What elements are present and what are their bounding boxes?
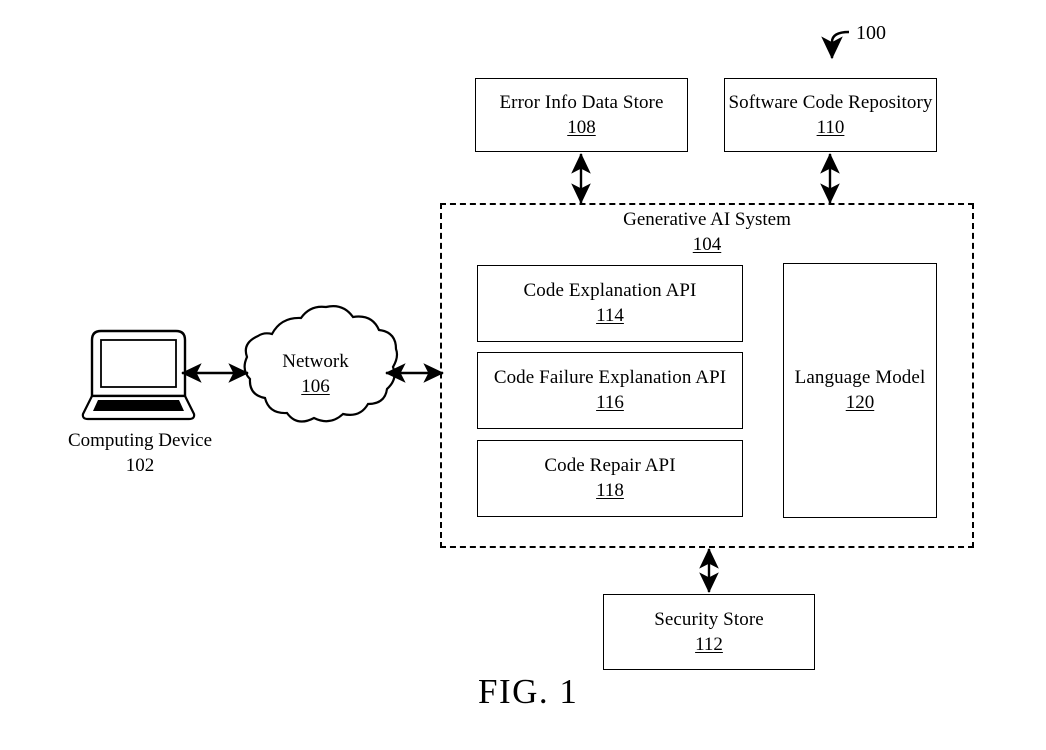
code-explanation-api-label: Code Explanation API <box>523 280 697 302</box>
network-cloud-shape <box>243 305 399 423</box>
computing-device-caption-group: Computing Device 102 <box>40 429 240 478</box>
security-store-label: Security Store <box>654 608 764 630</box>
figure-reference-100: 100 <box>856 22 886 44</box>
generative-ai-system-ref: 104 <box>692 233 722 255</box>
code-failure-explanation-api-label: Code Failure Explanation API <box>493 367 727 389</box>
patent-figure-page: 100 Error Info Data Store 108 Software C… <box>0 0 1046 750</box>
node-security-store[interactable]: Security Store 112 <box>603 594 815 670</box>
node-code-explanation-api[interactable]: Code Explanation API 114 <box>477 265 743 342</box>
language-model-label: Language Model <box>794 367 926 389</box>
generative-ai-system-label: Generative AI System <box>623 209 791 230</box>
ref-100-leader <box>821 30 850 60</box>
computing-device-ref: 102 <box>125 454 155 476</box>
error-info-data-store-ref: 108 <box>567 116 596 138</box>
code-repair-api-ref: 118 <box>596 480 624 501</box>
code-repair-api-label: Code Repair API <box>544 455 676 477</box>
laptop-icon <box>81 329 196 421</box>
language-model-text-group: Language Model 120 <box>795 366 926 415</box>
node-code-repair-api[interactable]: Code Repair API 118 <box>477 440 743 517</box>
node-error-info-data-store[interactable]: Error Info Data Store 108 <box>475 78 688 152</box>
code-failure-explanation-api-ref: 116 <box>596 392 624 413</box>
software-code-repository-label: Software Code Repository <box>728 91 933 113</box>
software-code-repository-ref: 110 <box>816 116 845 138</box>
language-model-ref: 120 <box>845 392 875 413</box>
generative-ai-system-label-group: Generative AI System 104 <box>440 208 974 257</box>
node-software-code-repository[interactable]: Software Code Repository 110 <box>724 78 937 152</box>
figure-caption: FIG. 1 <box>478 672 579 711</box>
node-language-model[interactable]: Language Model 120 <box>783 263 937 518</box>
computing-device-label: Computing Device <box>67 430 213 451</box>
code-explanation-api-ref: 114 <box>596 305 624 326</box>
security-store-ref: 112 <box>695 633 723 655</box>
node-code-failure-explanation-api[interactable]: Code Failure Explanation API 116 <box>477 352 743 429</box>
error-info-data-store-label: Error Info Data Store <box>499 91 664 113</box>
